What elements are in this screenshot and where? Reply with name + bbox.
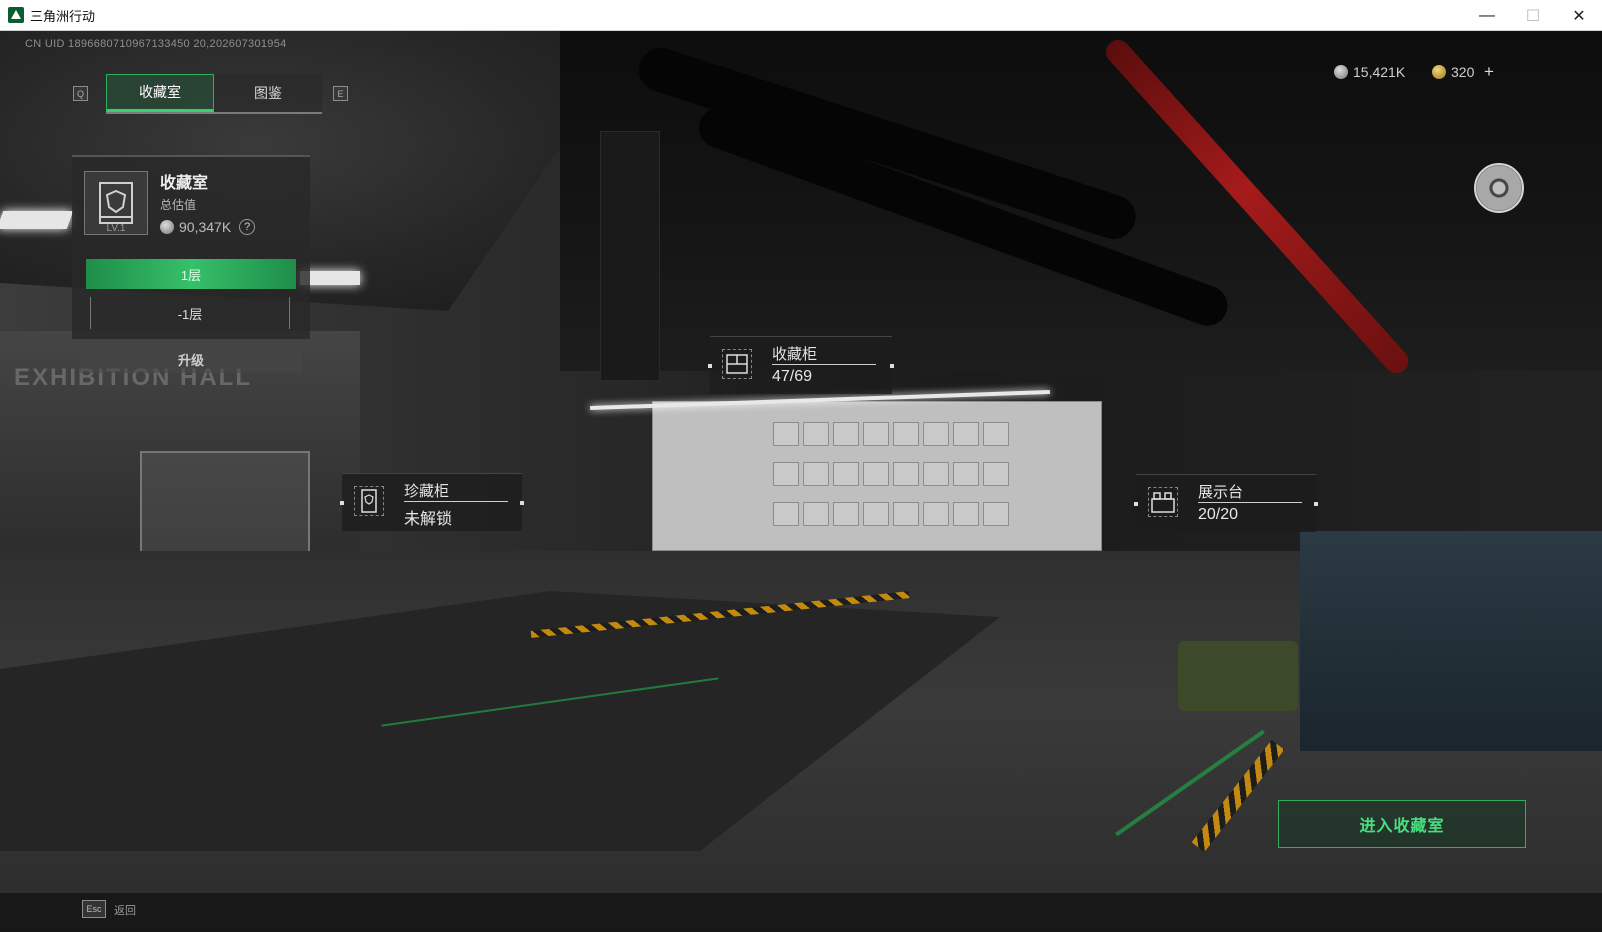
marker-dot [708,364,712,368]
estimate-value-row: 90,347K ? [160,219,256,235]
floor-minus1-button[interactable]: -1层 [90,297,290,329]
shelf-cell [863,502,889,526]
esc-key[interactable]: Esc [82,900,106,918]
shelf-cell [893,502,919,526]
shelf-cell [893,422,919,446]
shelf-cell [983,422,1009,446]
glass-display-case [140,451,310,561]
marker-title: 展示台 [1198,484,1244,501]
marker-display-stand[interactable]: 展示台 20/20 [1134,474,1318,532]
collection-wall-shelf [652,401,1102,551]
help-icon[interactable]: ? [239,219,256,235]
add-currency-button[interactable]: + [1484,62,1494,82]
shelf-cell [923,462,949,486]
window-title: 三角洲行动 [30,8,96,24]
locked-cabinet-icon [361,489,377,513]
maximize-button[interactable]: ☐ [1510,0,1556,31]
cabinet-icon [722,349,752,379]
support-beam [600,131,660,381]
floor-1-button[interactable]: 1层 [86,259,296,289]
shelf-cell [773,422,799,446]
marker-dot [1134,502,1138,506]
top-tabs: 收藏室 图鉴 [106,74,322,114]
collection-room-panel: LV.1 收藏室 总估值 90,347K ? 1层 -1层 [72,155,310,339]
rare-cabinet-icon [354,486,384,516]
equipment-area [1300,531,1602,751]
marker-value: 未解锁 [404,511,453,528]
green-crate [1178,641,1298,711]
shelf-cell [953,462,979,486]
window-controls: — ☐ ✕ [1464,0,1602,31]
silver-amount: 15,421K [1353,64,1406,80]
shelf-cell [923,422,949,446]
marker-divider [404,501,508,502]
estimate-label: 总估值 [160,198,197,212]
shelf-cell [773,462,799,486]
shelf-cell [833,422,859,446]
marker-rare-cabinet[interactable]: 珍藏柜 未解锁 [340,473,524,531]
marker-collection-cabinet[interactable]: 收藏柜 47/69 [708,336,894,394]
app-logo-icon [8,7,24,23]
shelf-cell [983,462,1009,486]
player-uid: CN UID 1896680710967133450 20,2026073019… [25,38,287,50]
shelf-cell [803,462,829,486]
enter-collection-room-button[interactable]: 进入收藏室 [1278,800,1526,848]
tab-key-e: E [333,86,348,101]
tab-key-q: Q [73,86,88,101]
cabinet-grid-icon [726,354,748,374]
shelf-cell [893,462,919,486]
marker-value: 20/20 [1198,506,1239,523]
marker-dot [1314,502,1318,506]
upgrade-button[interactable]: 升级 [80,345,302,373]
level-label: LV.1 [106,223,126,234]
shelf-cell [983,502,1009,526]
gold-coin-icon [1432,65,1446,79]
shelf-cell [953,502,979,526]
shelf-cell [773,502,799,526]
tab-collection-room[interactable]: 收藏室 [106,74,214,112]
bottom-bar [0,893,1602,932]
cabinet-shield-icon [99,182,133,224]
shelf-cell [923,502,949,526]
marker-value: 47/69 [772,368,813,385]
marker-dot [890,364,894,368]
shelf-cell [863,462,889,486]
shelf-cell [833,502,859,526]
panel-title: 收藏室 [160,175,209,192]
shelf-cell [803,422,829,446]
shelf-cell [953,422,979,446]
silver-coin-icon [1334,65,1348,79]
silver-currency: 15,421K [1334,64,1405,80]
marker-dot [520,501,524,505]
gold-currency: 320 [1432,64,1474,80]
marker-title: 珍藏柜 [404,483,450,500]
ceiling-light-panel [0,211,74,229]
close-button[interactable]: ✕ [1556,0,1602,31]
record-disc-button[interactable] [1474,163,1524,213]
back-label[interactable]: 返回 [114,902,136,918]
marker-title: 收藏柜 [772,346,818,363]
window-title-bar: 三角洲行动 — ☐ ✕ [0,0,1602,31]
minimize-button[interactable]: — [1464,0,1510,31]
shelf-cell [833,462,859,486]
marker-dot [340,501,344,505]
tab-catalog[interactable]: 图鉴 [214,74,322,112]
estimate-value: 90,347K [179,219,232,235]
silver-coin-icon [160,220,174,234]
marker-divider [772,364,876,365]
shelf-cell [863,422,889,446]
shelf-cell [803,502,829,526]
gold-amount: 320 [1451,64,1475,80]
display-stand-icon [1148,487,1178,517]
stand-icon [1151,492,1175,513]
marker-divider [1198,502,1302,503]
